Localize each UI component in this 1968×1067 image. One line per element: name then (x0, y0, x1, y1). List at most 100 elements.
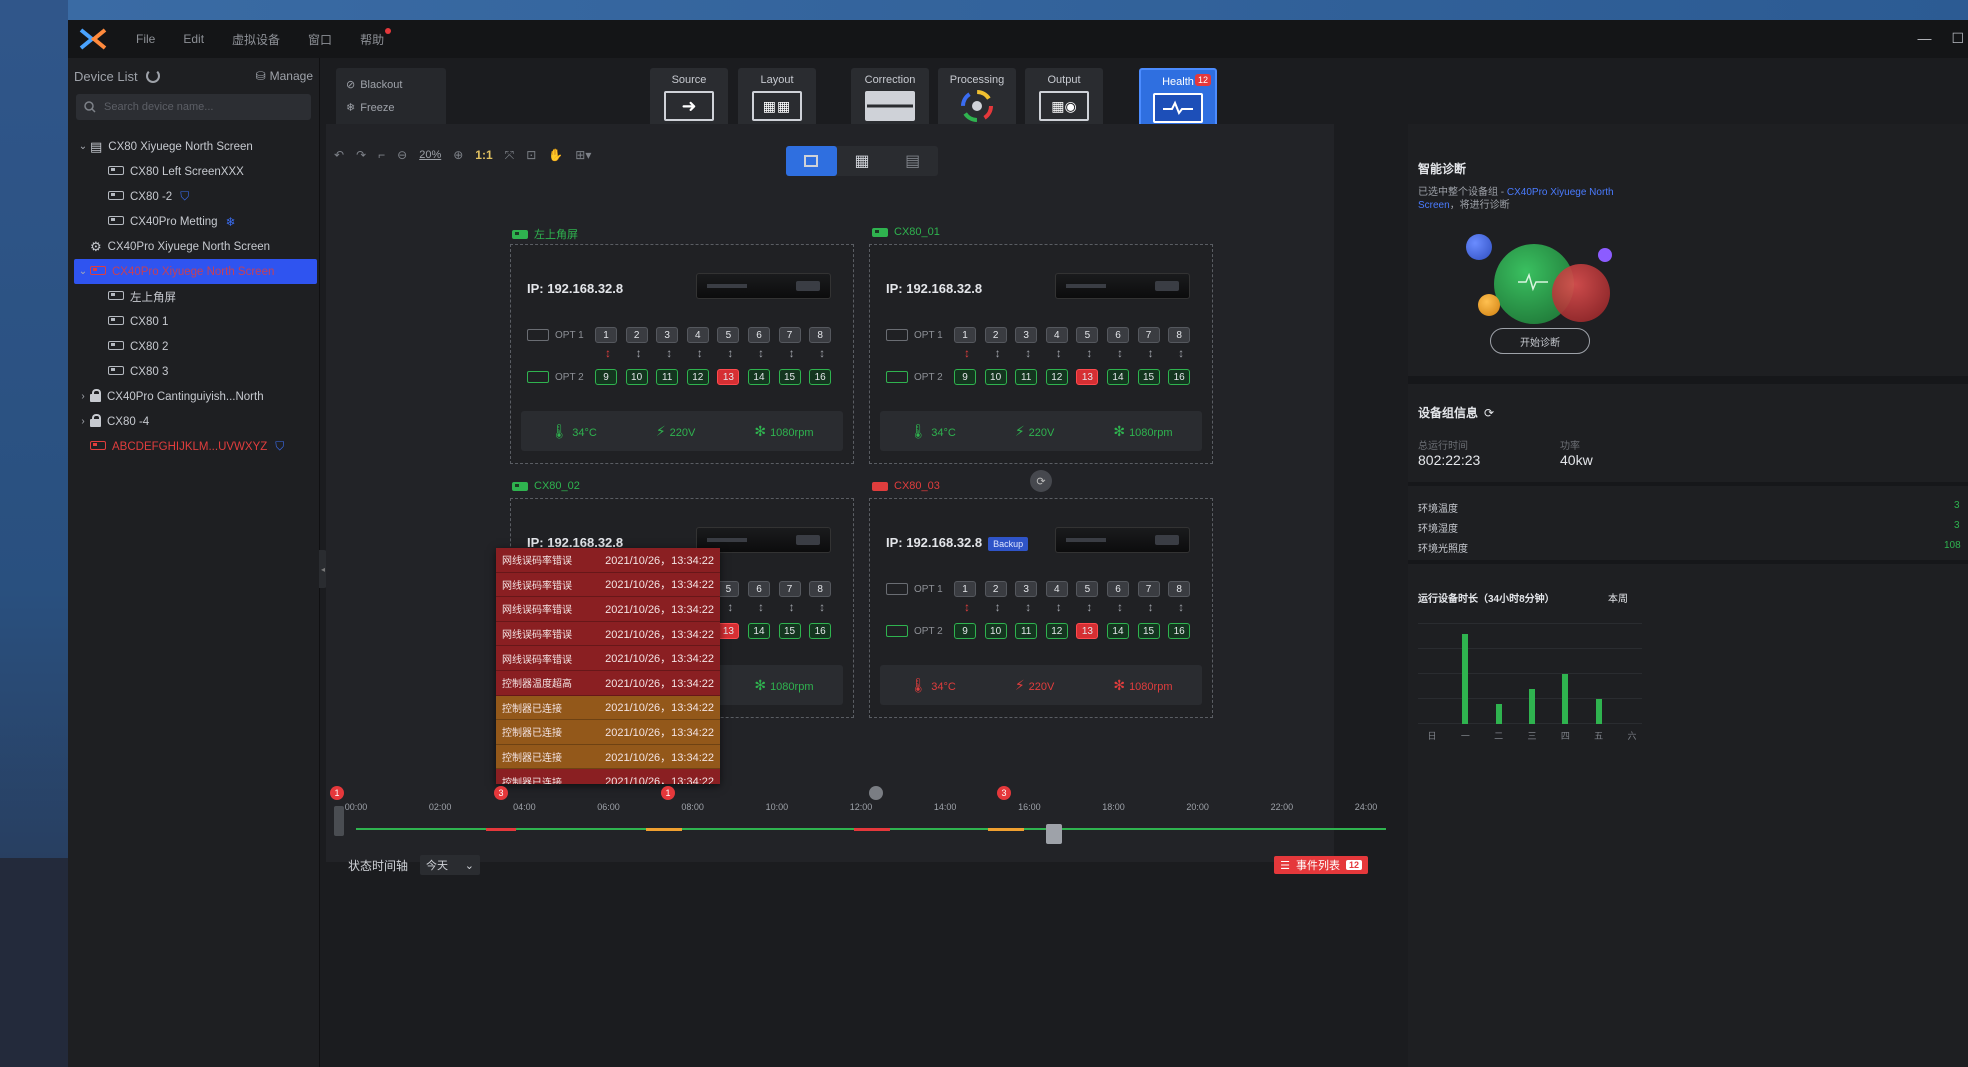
chart-bar[interactable] (1529, 689, 1535, 724)
port-indicator[interactable]: 6 (747, 327, 770, 343)
chart-bar[interactable] (1462, 634, 1469, 724)
timeline-drag-handle[interactable] (334, 806, 344, 836)
alarm-row[interactable]: 控制器已连接 2021/10/26，13:34:22 (496, 695, 720, 721)
tree-item[interactable]: CX80 1 (68, 309, 319, 334)
chevron-right-icon[interactable]: › (76, 391, 90, 402)
alarm-row[interactable]: 控制器已连接 2021/10/26，13:34:22 (496, 744, 720, 770)
port-indicator[interactable]: 12 (686, 369, 709, 385)
port-indicator[interactable]: 14 (747, 369, 770, 385)
refresh-icon[interactable] (145, 69, 160, 83)
tree-item[interactable]: › CX40Pro Cantinguiyish...North (68, 384, 319, 409)
menu-edit[interactable]: Edit (183, 32, 204, 46)
tile-health[interactable]: Health 12 (1139, 68, 1217, 128)
port-indicator[interactable]: 6 (1106, 581, 1129, 597)
freeze-button[interactable]: ❄ Freeze (346, 101, 436, 115)
port-indicator[interactable]: 12 (1045, 369, 1068, 385)
port-indicator[interactable]: 11 (656, 369, 679, 385)
port-indicator[interactable]: 10 (984, 623, 1007, 639)
device-group-label[interactable]: CX80_01 (872, 226, 940, 238)
device-group-label[interactable]: 左上角屏 (512, 226, 578, 242)
tree-item[interactable]: CX80 3 (68, 359, 319, 384)
port-indicator[interactable]: 2 (984, 327, 1007, 343)
timeline-event-marker[interactable]: 3 (494, 786, 508, 800)
port-indicator[interactable]: 1 (954, 581, 976, 597)
port-indicator[interactable]: 10 (625, 369, 648, 385)
alarm-row[interactable]: 网线误码率错误 2021/10/26，13:34:22 (496, 621, 720, 647)
tree-item[interactable]: ⌄ ▤ CX80 Xiyuege North Screen (68, 134, 319, 159)
tree-item[interactable]: CX80 Left ScreenXXX (68, 159, 319, 184)
chevron-right-icon[interactable]: › (76, 416, 90, 427)
alarm-row[interactable]: 控制器温度超高 2021/10/26，13:34:22 (496, 670, 720, 696)
tree-item[interactable]: ⌄ CX40Pro Xiyuege North Screen (74, 259, 317, 284)
start-diagnosis-button[interactable]: 开始诊断 (1490, 328, 1590, 354)
link-icon[interactable]: ⟳ (1030, 470, 1052, 492)
port-indicator[interactable]: 7 (778, 327, 801, 343)
menu-virtual-device[interactable]: 虚拟设备 (232, 31, 280, 48)
tree-item[interactable]: 左上角屏 (68, 284, 319, 309)
timeline-event-marker[interactable]: 1 (661, 786, 675, 800)
alarm-row[interactable]: 网线误码率错误 2021/10/26，13:34:22 (496, 572, 720, 598)
search-input[interactable] (104, 101, 254, 113)
port-indicator[interactable]: 3 (1015, 327, 1038, 343)
port-indicator[interactable]: 5 (1076, 327, 1099, 343)
port-indicator[interactable]: 16 (809, 369, 832, 385)
port-indicator[interactable]: 1 (595, 327, 617, 343)
tree-item[interactable]: › CX80 -4 (68, 409, 319, 434)
port-indicator[interactable]: 8 (1168, 327, 1191, 343)
port-indicator[interactable]: 5 (717, 581, 740, 597)
port-indicator[interactable]: 9 (954, 369, 976, 385)
tile-layout[interactable]: Layout ▦▦ (738, 68, 816, 128)
tree-item[interactable]: CX80 -2 ⛉ (68, 184, 319, 209)
port-indicator[interactable]: 16 (1168, 369, 1191, 385)
port-indicator[interactable]: 9 (954, 623, 976, 639)
timeline-range-select[interactable]: 今天 ⌄ (420, 855, 481, 875)
chevron-down-icon[interactable]: ⌄ (76, 141, 90, 152)
tile-source[interactable]: Source ➜ (650, 68, 728, 128)
port-indicator[interactable]: 1 (954, 327, 976, 343)
event-list-button[interactable]: ☰ 事件列表 12 (1274, 856, 1368, 874)
port-indicator[interactable]: 8 (809, 327, 832, 343)
menu-window[interactable]: 窗口 (308, 31, 332, 48)
timeline-event-marker[interactable]: 3 (997, 786, 1011, 800)
port-indicator[interactable]: 15 (1137, 369, 1160, 385)
port-indicator[interactable]: 13 (1076, 623, 1099, 639)
port-indicator[interactable]: 16 (1168, 623, 1191, 639)
tile-processing[interactable]: Processing (938, 68, 1016, 128)
port-indicator[interactable]: 5 (1076, 581, 1099, 597)
period-select[interactable]: 本周 (1608, 590, 1628, 605)
alarm-row[interactable]: 网线误码率错误 2021/10/26，13:34:22 (496, 597, 720, 622)
port-indicator[interactable]: 7 (778, 581, 801, 597)
freeze-icon[interactable]: ❄ (226, 215, 236, 229)
port-indicator[interactable]: 13 (717, 369, 740, 385)
port-indicator[interactable]: 8 (809, 581, 832, 597)
zoom-level[interactable]: 20% (419, 149, 441, 161)
port-indicator[interactable]: 8 (1168, 581, 1191, 597)
chevron-down-icon[interactable]: ⌄ (76, 266, 90, 277)
zoom-out-icon[interactable]: ⊖ (397, 148, 407, 162)
timeline-event-marker[interactable]: 1 (330, 786, 344, 800)
port-indicator[interactable]: 5 (717, 327, 740, 343)
view-list-button[interactable]: ▤ (887, 146, 938, 176)
maximize-icon[interactable]: ☐ (1951, 30, 1964, 47)
port-indicator[interactable]: 10 (984, 369, 1007, 385)
chart-bar[interactable] (1562, 674, 1569, 724)
port-indicator[interactable]: 4 (686, 327, 709, 343)
port-indicator[interactable]: 6 (747, 581, 770, 597)
port-indicator[interactable]: 13 (1076, 369, 1099, 385)
port-indicator[interactable]: 12 (1045, 623, 1068, 639)
port-indicator[interactable]: 13 (717, 623, 740, 639)
tile-correction[interactable]: Correction (851, 68, 929, 128)
view-topology-button[interactable] (786, 146, 837, 176)
port-indicator[interactable]: 14 (747, 623, 770, 639)
device-card[interactable]: IP: 192.168.32.8OPT 112345678OPT 2910111… (869, 244, 1213, 464)
port-indicator[interactable]: 15 (1137, 623, 1160, 639)
port-indicator[interactable]: 14 (1106, 623, 1129, 639)
menu-help[interactable]: 帮助 (360, 27, 392, 48)
tree-item[interactable]: ⚙ CX40Pro Xiyuege North Screen (68, 234, 319, 259)
port-indicator[interactable]: 3 (656, 327, 679, 343)
fit-screen-icon[interactable]: ⤧ (505, 148, 515, 163)
blackout-button[interactable]: ⊘ Blackout (346, 78, 436, 92)
port-indicator[interactable]: 11 (1015, 623, 1038, 639)
chart-bar[interactable] (1595, 699, 1602, 724)
alarm-row[interactable]: 网线误码率错误 2021/10/26，13:34:22 (496, 646, 720, 671)
